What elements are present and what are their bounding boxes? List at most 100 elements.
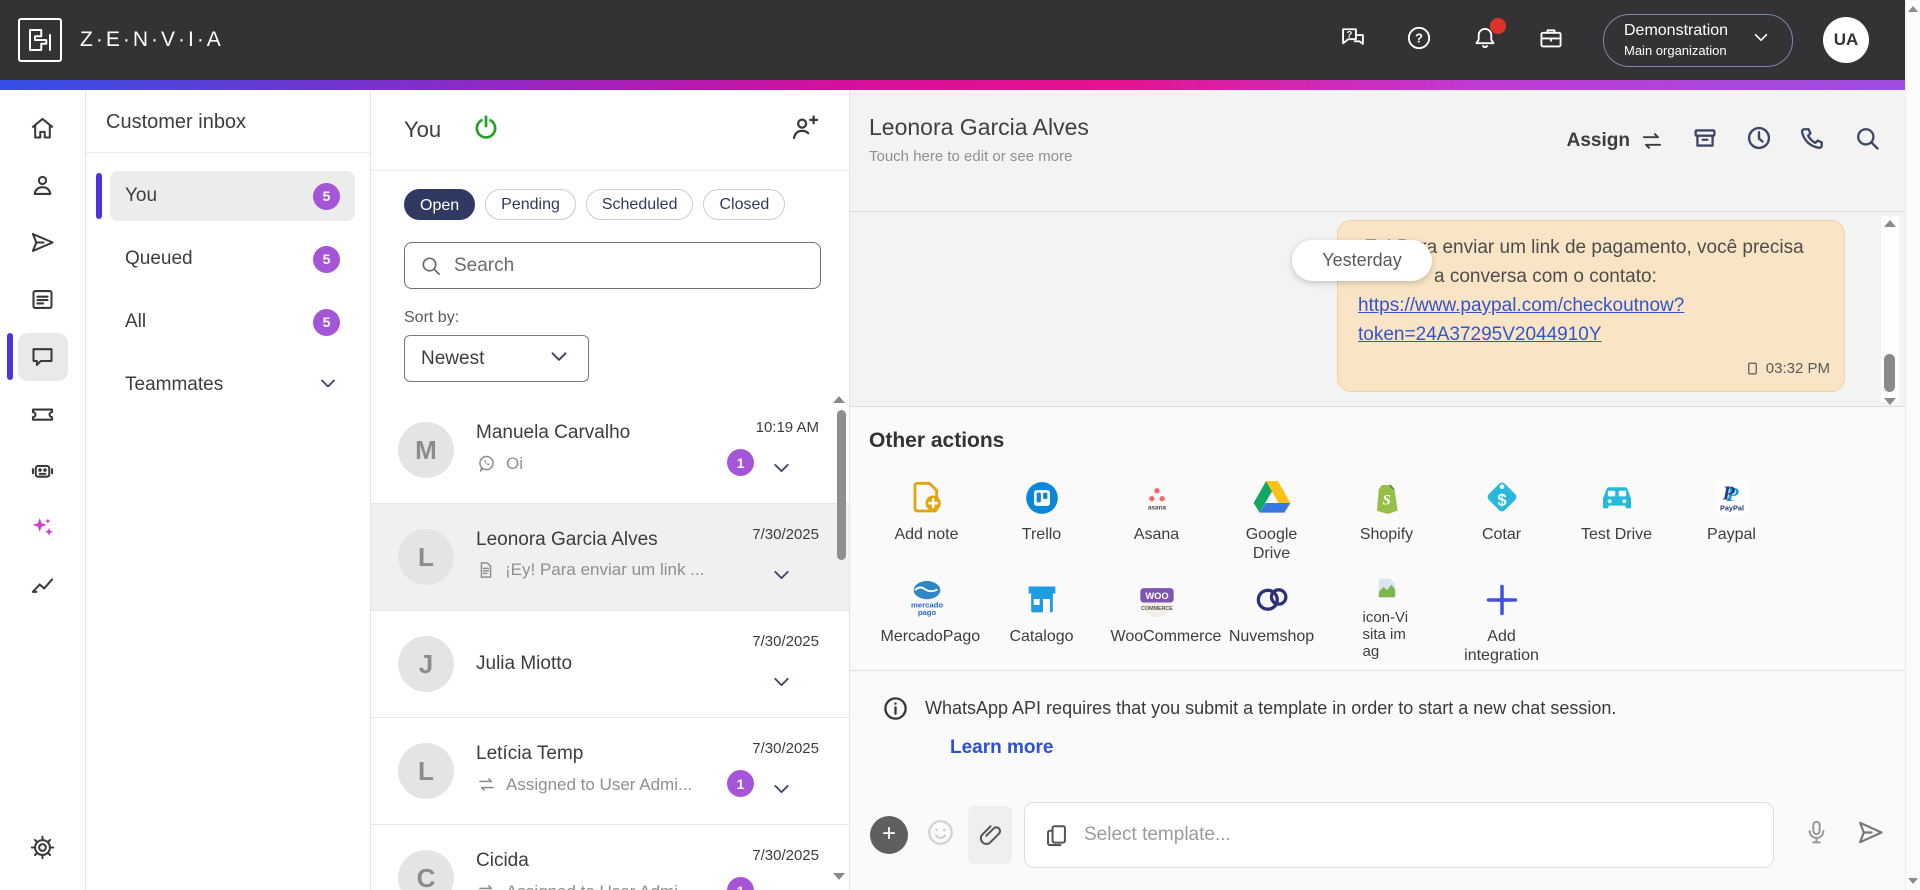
action-catalogo[interactable]: Catalogo: [984, 571, 1099, 665]
help-icon[interactable]: ?: [1405, 24, 1433, 57]
chevron-down-icon[interactable]: [769, 562, 794, 592]
availability-power-icon[interactable]: [471, 113, 501, 148]
active-filter-indicator: [96, 173, 102, 219]
chat-panel: Leonora Garcia Alves Touch here to edit …: [850, 90, 1905, 890]
inbox-filter-teammates[interactable]: Teammates: [110, 360, 355, 410]
page-scrollbar[interactable]: [1905, 0, 1920, 890]
sidebar-item-ai[interactable]: [0, 499, 85, 556]
learn-more-link[interactable]: Learn more: [950, 737, 1905, 759]
notifications-bell-icon[interactable]: [1471, 17, 1506, 57]
inbox-filter-you[interactable]: You 5: [96, 171, 355, 221]
scroll-up-arrow[interactable]: [1908, 6, 1918, 12]
search-box[interactable]: [404, 242, 821, 289]
user-avatar[interactable]: UA: [1823, 17, 1869, 63]
action-paypal[interactable]: P P PayPal Paypal: [1674, 469, 1789, 563]
action-google-drive[interactable]: Google Drive: [1214, 469, 1329, 563]
history-clock-icon[interactable]: [1745, 124, 1773, 157]
conversation-row[interactable]: C Cicida Assigned to User Admi... 7/30/2…: [371, 825, 849, 890]
sidebar-item-bots[interactable]: [0, 442, 85, 499]
action-trello[interactable]: Trello: [984, 469, 1099, 563]
action-add-note[interactable]: Add note: [869, 469, 984, 563]
conversation-time: 7/30/2025: [752, 633, 819, 650]
sidebar-item-analytics[interactable]: [0, 556, 85, 613]
conversation-row[interactable]: J Julia Miotto 7/30/2025: [371, 611, 849, 718]
template-select-input[interactable]: [1084, 824, 1755, 846]
chevron-down-icon[interactable]: [769, 455, 794, 485]
template-pages-icon: [1047, 824, 1066, 846]
send-icon[interactable]: [1855, 817, 1886, 853]
scroll-down-arrow[interactable]: [1884, 398, 1896, 405]
archive-icon[interactable]: [1691, 124, 1719, 157]
template-input-box[interactable]: [1024, 802, 1774, 868]
action-nuvemshop[interactable]: Nuvemshop: [1214, 571, 1329, 665]
notification-badge: [1490, 17, 1506, 34]
tab-scheduled[interactable]: Scheduled: [585, 189, 694, 220]
sidebar-item-contacts[interactable]: [0, 157, 85, 214]
nuvemshop-icon: [1251, 571, 1293, 619]
action-cotar[interactable]: $ Cotar: [1444, 469, 1559, 563]
list-scrollbar-up[interactable]: [833, 396, 845, 403]
tab-closed[interactable]: Closed: [703, 189, 786, 220]
action-asana[interactable]: asana Asana: [1099, 469, 1214, 563]
chevron-down-icon[interactable]: [769, 776, 794, 806]
list-scrollbar-down[interactable]: [833, 873, 845, 880]
search-icon[interactable]: [1853, 124, 1881, 157]
action-mercadopago[interactable]: mercado pago MercadoPago: [869, 571, 984, 665]
business-briefcase-icon[interactable]: [1537, 24, 1565, 57]
transfer-icon: [479, 885, 493, 890]
tab-pending[interactable]: Pending: [485, 189, 576, 220]
sidebar-item-settings[interactable]: [0, 819, 85, 876]
organization-switcher[interactable]: Demonstration Main organization: [1603, 13, 1793, 67]
chevron-down-icon[interactable]: [769, 669, 794, 699]
svg-text:S: S: [1382, 493, 1390, 509]
conversation-row[interactable]: M Manuela Carvalho Oi 10:19 AM 1: [371, 397, 849, 504]
support-chat-icon[interactable]: ?: [1339, 24, 1367, 57]
conversation-list-panel: You Open Pending Scheduled Closed Sort b…: [371, 90, 850, 890]
unread-badge: 1: [727, 770, 754, 797]
device-icon: [1747, 362, 1757, 375]
scroll-down-arrow[interactable]: [1908, 878, 1918, 884]
sidebar-item-home[interactable]: [0, 100, 85, 157]
emoji-icon[interactable]: [925, 817, 956, 853]
count-badge: 5: [313, 308, 340, 336]
add-contact-icon[interactable]: [789, 113, 819, 148]
sidebar-item-chats[interactable]: [0, 328, 85, 385]
sidebar-item-campaigns[interactable]: [0, 214, 85, 271]
trello-icon: [1023, 469, 1061, 517]
sidebar-item-tickets[interactable]: [0, 385, 85, 442]
svg-text:PayPal: PayPal: [1719, 503, 1743, 512]
mercadopago-icon: mercado pago: [906, 571, 948, 619]
conversation-row[interactable]: L Letícia Temp Assigned to User Admi... …: [371, 718, 849, 825]
inbox-filter-all[interactable]: All 5: [110, 297, 355, 347]
action-shopify[interactable]: S Shopify: [1329, 469, 1444, 563]
count-badge: 5: [313, 182, 340, 210]
inbox-filter-queued[interactable]: Queued 5: [110, 234, 355, 284]
scroll-up-arrow[interactable]: [1884, 220, 1896, 227]
list-scrollbar-thumb[interactable]: [837, 410, 846, 560]
add-button[interactable]: +: [870, 816, 908, 854]
sort-dropdown[interactable]: Newest: [404, 335, 589, 382]
conversation-row[interactable]: L Leonora Garcia Alves ¡Ey! Para enviar …: [371, 504, 849, 611]
sidebar-item-news[interactable]: [0, 271, 85, 328]
attachment-icon[interactable]: [968, 806, 1012, 864]
search-input[interactable]: [454, 254, 806, 277]
avatar: L: [398, 743, 454, 799]
count-badge: 5: [313, 245, 340, 273]
payment-link[interactable]: https://www.paypal.com/checkoutnow?: [1358, 291, 1824, 320]
action-woocommerce[interactable]: WOO COMMERCE WooCommerce: [1099, 571, 1221, 665]
tab-open[interactable]: Open: [404, 189, 476, 220]
microphone-icon[interactable]: [1802, 818, 1831, 852]
scrollbar-thumb[interactable]: [1884, 354, 1895, 392]
action-test-drive[interactable]: Test Drive: [1559, 469, 1674, 563]
action-add-integration[interactable]: Add integration: [1444, 571, 1559, 665]
messages-scrollbar[interactable]: [1881, 216, 1899, 405]
chevron-down-icon[interactable]: [769, 883, 794, 890]
payment-link[interactable]: token=24A37295V2044910Y: [1358, 320, 1824, 349]
svg-text:asana: asana: [1148, 505, 1166, 512]
action-visita-broken[interactable]: icon-Visita imag: [1329, 571, 1444, 665]
assign-button[interactable]: Assign: [1567, 128, 1665, 154]
panel-title: Customer inbox: [106, 111, 247, 133]
person-icon: [33, 175, 52, 195]
phone-icon[interactable]: [1799, 124, 1827, 157]
top-header: Z·E·N·V·I·A ? ? Demonstration Main organ…: [0, 0, 1905, 80]
